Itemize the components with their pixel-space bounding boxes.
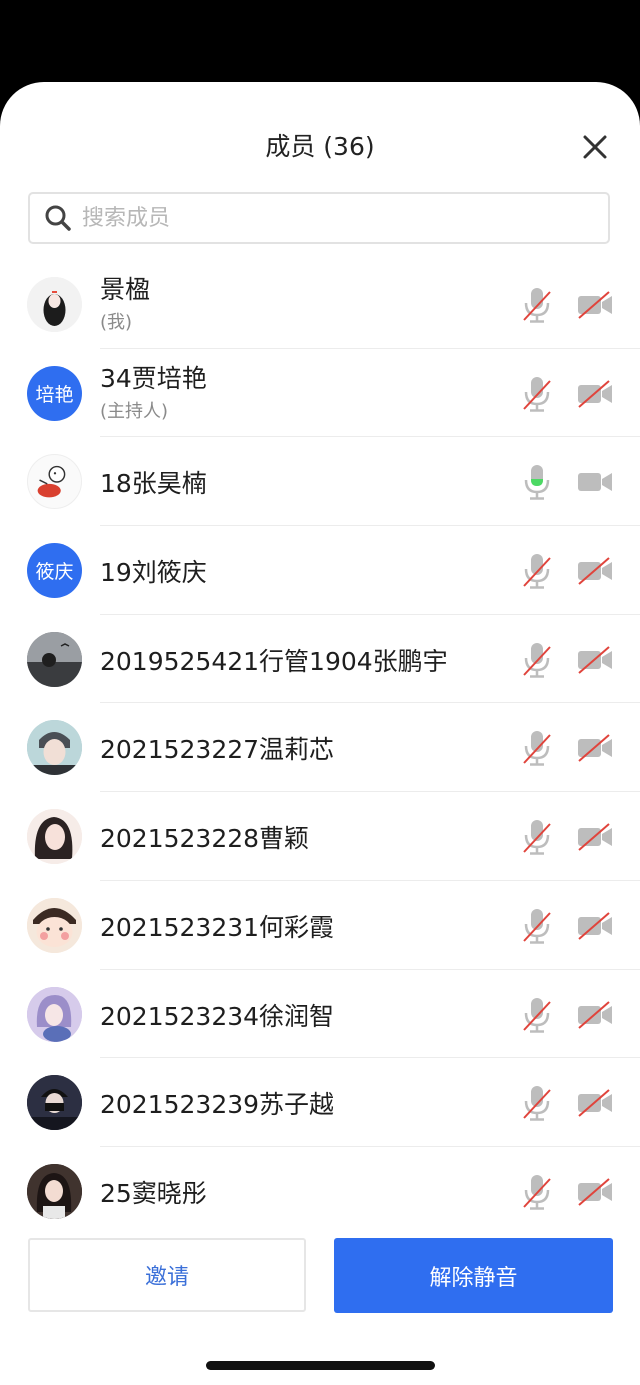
page-title: 成员 (36) <box>265 132 375 161</box>
search-icon <box>44 203 74 233</box>
list-item[interactable]: 2021523231何彩霞 <box>0 881 640 970</box>
mic-muted-icon[interactable] <box>520 286 554 324</box>
member-name: 25窦晓彤 <box>100 1178 207 1208</box>
avatar <box>27 454 82 510</box>
member-name: 2021523227温莉芯 <box>100 735 335 765</box>
list-item[interactable]: 2021523227温莉芯 <box>0 703 640 793</box>
avatar: 培艳 <box>27 365 82 421</box>
list-item[interactable]: 2021523239苏子越 <box>0 1058 640 1147</box>
unmute-all-button[interactable]: 解除静音 <box>334 1238 613 1313</box>
list-item[interactable]: 筱庆 19刘筱庆 <box>0 526 640 615</box>
camera-off-icon[interactable] <box>576 733 614 763</box>
avatar <box>27 631 82 687</box>
avatar <box>27 1163 82 1219</box>
member-name: 18张昊楠 <box>100 469 207 499</box>
mic-muted-icon[interactable] <box>520 552 554 590</box>
member-name: 2021523228曹颖 <box>100 824 310 854</box>
avatar <box>27 720 82 776</box>
mic-muted-icon[interactable] <box>520 818 554 856</box>
search-input[interactable] <box>80 204 584 232</box>
avatar <box>27 277 82 332</box>
member-name: 2021523234徐润智 <box>100 1001 335 1031</box>
member-name: 景楹 <box>100 275 151 304</box>
member-role: (主持人) <box>100 400 169 422</box>
mic-muted-icon[interactable] <box>520 641 554 679</box>
camera-off-icon[interactable] <box>576 556 614 586</box>
mic-muted-icon[interactable] <box>520 1173 554 1211</box>
avatar <box>27 1075 82 1131</box>
close-button[interactable] <box>578 130 612 164</box>
list-item[interactable]: 培艳 34贾培艳 (主持人) <box>0 349 640 438</box>
mic-active-icon[interactable] <box>520 463 554 501</box>
camera-off-icon[interactable] <box>576 379 614 409</box>
camera-on-icon[interactable] <box>576 467 614 497</box>
camera-off-icon[interactable] <box>576 1088 614 1118</box>
close-icon <box>583 135 607 159</box>
list-item[interactable]: 景楹 (我) <box>0 260 640 349</box>
list-item[interactable]: 25窦晓彤 <box>0 1147 640 1236</box>
member-name: 2021523239苏子越 <box>100 1090 335 1120</box>
avatar: 筱庆 <box>27 543 82 599</box>
mic-muted-icon[interactable] <box>520 729 554 767</box>
member-name: 2021523231何彩霞 <box>100 912 335 942</box>
camera-off-icon[interactable] <box>576 1000 614 1030</box>
mic-muted-icon[interactable] <box>520 1084 554 1122</box>
search-box[interactable] <box>28 192 610 244</box>
avatar <box>27 986 82 1042</box>
list-item[interactable]: 18张昊楠 <box>0 437 640 527</box>
avatar <box>27 809 82 865</box>
camera-off-icon[interactable] <box>576 290 614 320</box>
invite-button[interactable]: 邀请 <box>28 1238 306 1312</box>
camera-off-icon[interactable] <box>576 645 614 675</box>
member-name: 2019525421行管1904张鹏宇 <box>100 646 448 676</box>
mic-muted-icon[interactable] <box>520 907 554 945</box>
member-name: 34贾培艳 <box>100 363 207 393</box>
mic-muted-icon[interactable] <box>520 996 554 1034</box>
home-indicator <box>206 1361 435 1370</box>
member-role: (我) <box>100 312 133 333</box>
member-name: 19刘筱庆 <box>100 558 207 588</box>
list-item[interactable]: 2021523234徐润智 <box>0 970 640 1059</box>
member-list: 景楹 (我) 培艳 34贾培艳 (主持人) 18张昊楠 筱庆 19刘筱庆 201… <box>0 260 640 1236</box>
members-panel: 成员 (36) 景楹 (我 <box>0 82 640 1385</box>
list-item[interactable]: 2019525421行管1904张鹏宇 <box>0 615 640 704</box>
camera-off-icon[interactable] <box>576 1177 614 1207</box>
camera-off-icon[interactable] <box>576 911 614 941</box>
mic-muted-icon[interactable] <box>520 375 554 413</box>
list-item[interactable]: 2021523228曹颖 <box>0 792 640 881</box>
camera-off-icon[interactable] <box>576 822 614 852</box>
avatar <box>27 897 82 953</box>
